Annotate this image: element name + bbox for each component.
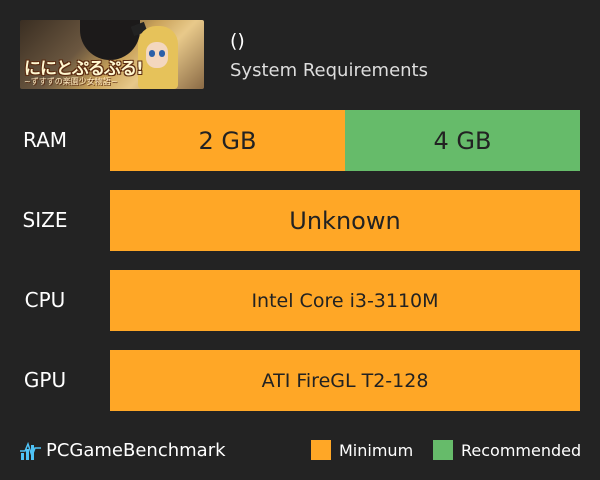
ram-minimum-bar: 2 GB	[110, 110, 345, 171]
ram-recommended-value: 4 GB	[433, 126, 492, 155]
brand-logo[interactable]: PCGameBenchmark	[20, 440, 226, 461]
ram-recommended-bar: 4 GB	[345, 110, 580, 171]
row-label-gpu: GPU	[23, 368, 67, 392]
cpu-minimum-bar: Intel Core i3-3110M	[110, 270, 580, 331]
legend-minimum: Minimum	[311, 440, 413, 460]
page-subtitle: System Requirements	[230, 60, 428, 81]
row-label-ram: RAM	[22, 128, 68, 152]
gpu-minimum-bar: ATI FireGL T2-128	[110, 350, 580, 411]
row-label-size: SIZE	[22, 208, 68, 232]
thumbnail-logo-subtext: ~ずすずの楽園少女物語~	[24, 77, 118, 86]
legend-recommended-label: Recommended	[461, 440, 582, 460]
brand-name: PCGameBenchmark	[46, 440, 226, 461]
header: ににとぷるぷる! ~ずすずの楽園少女物語~ () System Requirem…	[0, 0, 600, 100]
legend-recommended-swatch	[433, 440, 453, 460]
game-thumbnail: ににとぷるぷる! ~ずすずの楽園少女物語~	[20, 20, 204, 89]
legend-minimum-label: Minimum	[339, 440, 414, 460]
size-minimum-bar: Unknown	[110, 190, 580, 251]
legend-minimum-swatch	[311, 440, 331, 460]
ram-minimum-value: 2 GB	[198, 126, 257, 155]
cpu-minimum-value: Intel Core i3-3110M	[251, 289, 439, 312]
gpu-minimum-value: ATI FireGL T2-128	[261, 369, 429, 392]
row-label-cpu: CPU	[24, 288, 66, 312]
legend-recommended: Recommended	[433, 440, 581, 460]
game-title: ()	[230, 30, 245, 52]
bar-chart-pulse-icon	[20, 441, 41, 460]
size-minimum-value: Unknown	[289, 206, 401, 235]
